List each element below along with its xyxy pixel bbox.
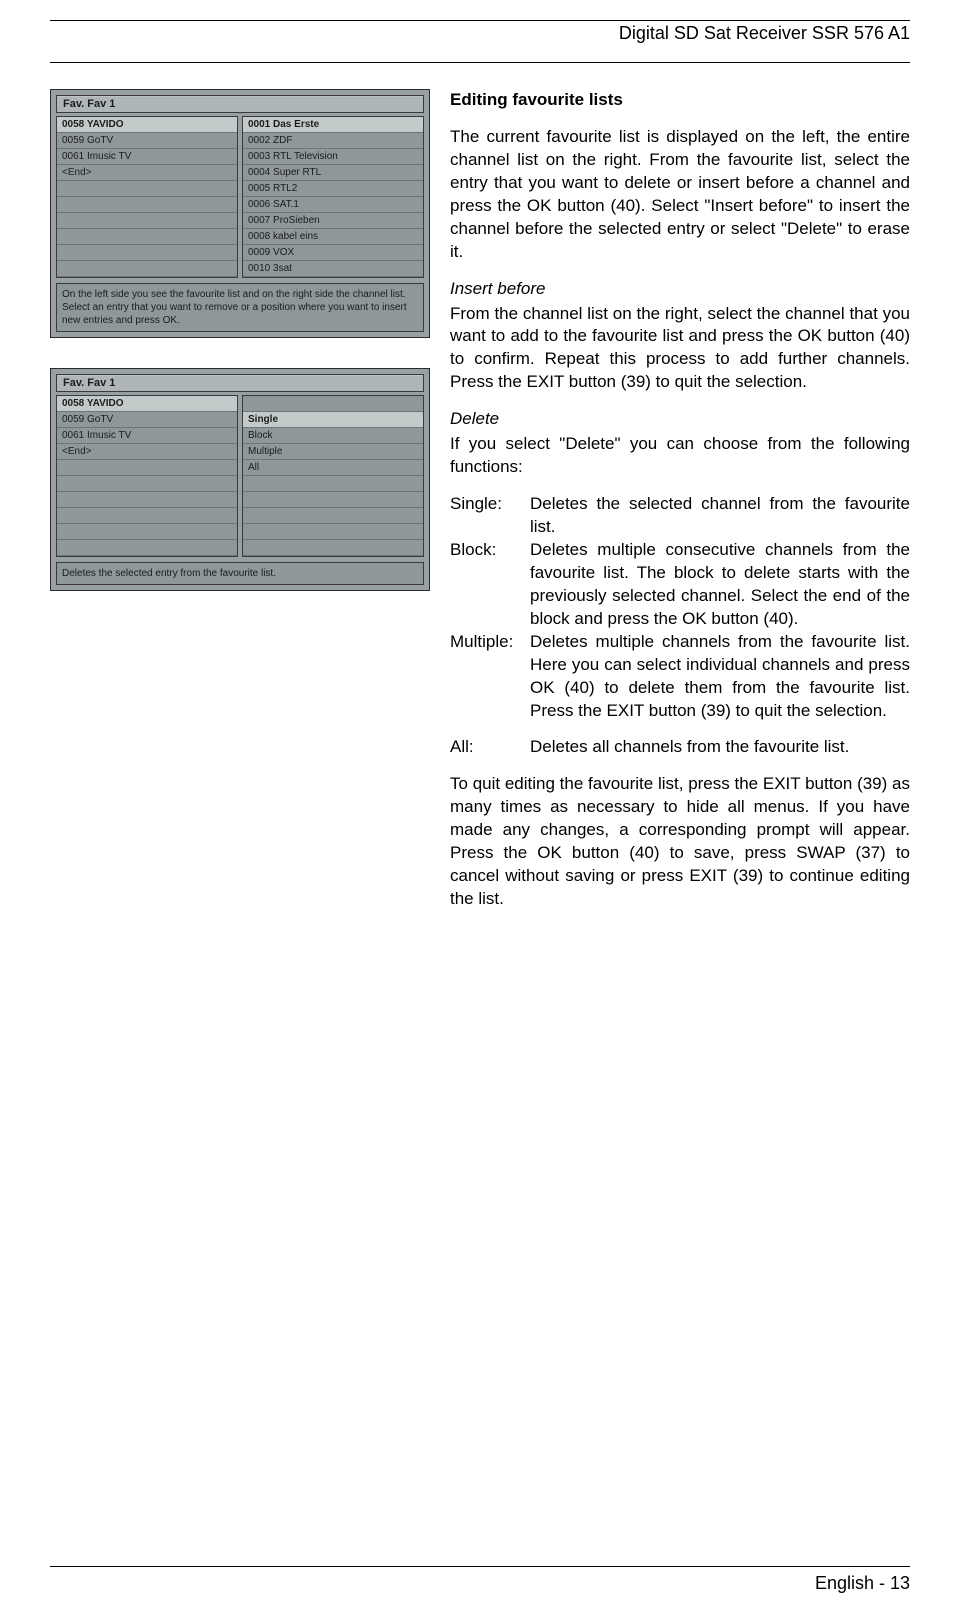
list-item: 0007 ProSieben: [243, 213, 423, 229]
list-item: 0061 Imusic TV: [57, 149, 237, 165]
header-rule-bottom: [50, 62, 910, 63]
shot2-titlebar: Fav. Fav 1: [56, 374, 424, 392]
list-item: 0058 YAVIDO: [57, 117, 237, 133]
shot2-right-list: .SingleBlockMultipleAll.....: [242, 395, 424, 557]
list-item: .: [57, 540, 237, 556]
list-item: .: [243, 524, 423, 540]
list-item: .: [57, 524, 237, 540]
definition-body: Deletes multiple channels from the favou…: [530, 631, 910, 723]
list-item: .: [57, 460, 237, 476]
list-item: .: [57, 476, 237, 492]
shot2-left-list: 0058 YAVIDO0059 GoTV0061 Imusic TV<End>.…: [56, 395, 238, 557]
list-item: 0001 Das Erste: [243, 117, 423, 133]
definition-label: Multiple:: [450, 631, 530, 723]
shot1-titlebar: Fav. Fav 1: [56, 95, 424, 113]
definition-row: All:Deletes all channels from the favour…: [450, 736, 910, 759]
list-item: <End>: [57, 165, 237, 181]
list-item: .: [243, 396, 423, 412]
definition-label: Single:: [450, 493, 530, 539]
delete-definitions: Single:Deletes the selected channel from…: [450, 493, 910, 759]
list-item: 0008 kabel eins: [243, 229, 423, 245]
list-item: .: [57, 245, 237, 261]
definition-row: Single:Deletes the selected channel from…: [450, 493, 910, 539]
para-insert-before: From the channel list on the right, sele…: [450, 303, 910, 395]
definition-label: Block:: [450, 539, 530, 631]
list-item: All: [243, 460, 423, 476]
subhead-delete: Delete: [450, 408, 910, 431]
para-intro: The current favourite list is displayed …: [450, 126, 910, 264]
footer-page-number: English - 13: [50, 1573, 910, 1594]
list-item: 0059 GoTV: [57, 133, 237, 149]
definition-body: Deletes all channels from the favourite …: [530, 736, 910, 759]
list-item: .: [243, 540, 423, 556]
list-item: 0058 YAVIDO: [57, 396, 237, 412]
list-item: .: [57, 229, 237, 245]
list-item: .: [57, 181, 237, 197]
definition-body: Deletes the selected channel from the fa…: [530, 493, 910, 539]
para-delete-intro: If you select "Delete" you can choose fr…: [450, 433, 910, 479]
list-item: 0059 GoTV: [57, 412, 237, 428]
list-item: 0010 3sat: [243, 261, 423, 277]
subhead-insert-before: Insert before: [450, 278, 910, 301]
shot2-caption: Deletes the selected entry from the favo…: [56, 562, 424, 585]
definition-body: Deletes multiple consecutive channels fr…: [530, 539, 910, 631]
screenshot-fav-list-1: Fav. Fav 1 0058 YAVIDO0059 GoTV0061 Imus…: [50, 89, 430, 338]
list-item: 0004 Super RTL: [243, 165, 423, 181]
list-item: 0003 RTL Television: [243, 149, 423, 165]
list-item: .: [57, 261, 237, 277]
list-item: .: [57, 213, 237, 229]
definition-row: Multiple:Deletes multiple channels from …: [450, 631, 910, 723]
list-item: .: [57, 492, 237, 508]
list-item: .: [243, 492, 423, 508]
shot1-caption: On the left side you see the favourite l…: [56, 283, 424, 332]
list-item: .: [57, 508, 237, 524]
list-item: .: [57, 197, 237, 213]
definition-label: All:: [450, 736, 530, 759]
list-item: 0002 ZDF: [243, 133, 423, 149]
list-item: Block: [243, 428, 423, 444]
shot1-right-list: 0001 Das Erste0002 ZDF0003 RTL Televisio…: [242, 116, 424, 278]
para-closing: To quit editing the favourite list, pres…: [450, 773, 910, 911]
page-header-title: Digital SD Sat Receiver SSR 576 A1: [50, 23, 910, 44]
list-item: .: [243, 508, 423, 524]
footer-rule: [50, 1566, 910, 1567]
definition-row: Block:Deletes multiple consecutive chann…: [450, 539, 910, 631]
list-item: <End>: [57, 444, 237, 460]
list-item: 0061 Imusic TV: [57, 428, 237, 444]
list-item: Multiple: [243, 444, 423, 460]
list-item: .: [243, 476, 423, 492]
shot1-left-list: 0058 YAVIDO0059 GoTV0061 Imusic TV<End>.…: [56, 116, 238, 278]
section-heading: Editing favourite lists: [450, 89, 910, 112]
list-item: 0006 SAT.1: [243, 197, 423, 213]
list-item: 0009 VOX: [243, 245, 423, 261]
list-item: 0005 RTL2: [243, 181, 423, 197]
screenshot-fav-list-2: Fav. Fav 1 0058 YAVIDO0059 GoTV0061 Imus…: [50, 368, 430, 591]
header-rule-top: [50, 20, 910, 21]
list-item: Single: [243, 412, 423, 428]
